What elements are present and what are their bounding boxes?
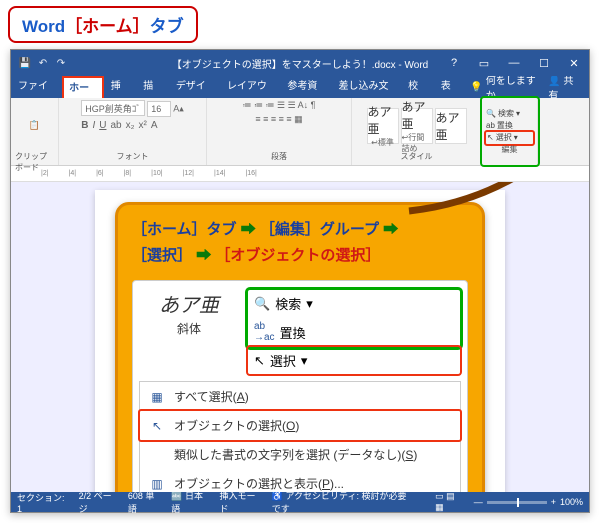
tab-home[interactable]: ホーム: [62, 76, 104, 98]
style-normal[interactable]: あア亜↩標準: [367, 108, 399, 144]
status-lang[interactable]: 🔤 日本語: [171, 489, 209, 515]
redo-icon[interactable]: ↷: [55, 57, 67, 69]
group-paragraph-label: 段落: [271, 151, 287, 163]
group-styles: あア亜↩標準 あア亜↩行間詰め あア亜 スタイル: [352, 98, 482, 165]
ribbon-tabs: ファイル ホーム 挿入 描画 デザイン レイアウト 参考資料 差し込み文書 校閲…: [11, 76, 589, 98]
status-accessibility[interactable]: ♿ アクセシビリティ: 検討が必要です: [272, 489, 415, 515]
zoom-slider[interactable]: — + 100%: [474, 497, 583, 507]
hdr-bc: ］: [133, 17, 150, 36]
minimize-icon[interactable]: —: [499, 50, 529, 76]
select-menu: ▦ すべて選択(A) ↖ オブジェクトの選択(O) 類似した書式の文字列を選択 …: [139, 381, 461, 492]
menu-select-objects[interactable]: ↖ オブジェクトの選択(O): [140, 411, 460, 440]
instruction-box: ［ホーム］タブ ➡ ［編集］グループ ➡ ［選択］ ➡ ［オブジェクトの選択］ …: [115, 202, 485, 492]
group-editing: 🔍 検索 ▾ ab 置換 ↖ 選択 ▾ 編集: [482, 98, 538, 165]
page-header-callout: Word［ホーム］タブ: [8, 6, 198, 43]
bold-button[interactable]: B: [81, 120, 88, 131]
close-icon[interactable]: ✕: [559, 50, 589, 76]
ruler: |2||4||6||8||10||12||14||16|: [11, 166, 589, 182]
quick-access-toolbar: 💾 ↶ ↷: [11, 57, 75, 69]
word-window: 💾 ↶ ↷ 【オブジェクトの選択】をマスターしよう！.docx - Word ?…: [10, 49, 590, 513]
hdr-bo: ［: [65, 17, 82, 36]
tab-draw[interactable]: 描画: [136, 76, 169, 98]
sub-button[interactable]: x₂: [126, 120, 135, 131]
select-button[interactable]: ↖ 選択 ▾: [486, 132, 533, 144]
font-size-box[interactable]: 16: [147, 101, 171, 117]
view-buttons[interactable]: ▭ ▤ ▦: [435, 491, 464, 513]
tab-view[interactable]: 表示: [434, 76, 467, 98]
window-buttons: ? ▭ — ☐ ✕: [439, 50, 589, 76]
hdr-tab: タブ: [150, 17, 184, 36]
status-mode[interactable]: 挿入モード: [219, 489, 261, 515]
tab-layout[interactable]: レイアウト: [220, 76, 280, 98]
strike-button[interactable]: ab: [110, 120, 121, 131]
grow-font-icon[interactable]: A▴: [173, 104, 184, 114]
font-name-box[interactable]: HGP創英角ｺﾞ: [81, 100, 145, 116]
help-icon[interactable]: ?: [439, 50, 469, 76]
cursor-icon: ↖: [254, 353, 265, 369]
zoom-panel: あア亜 斜体 🔍検索 ▾ ab→ac置換 ↖選択 ▾: [132, 280, 468, 492]
hdr-home: ホーム: [82, 17, 133, 36]
maximize-icon[interactable]: ☐: [529, 50, 559, 76]
save-icon[interactable]: 💾: [19, 57, 31, 69]
tab-insert[interactable]: 挿入: [104, 76, 137, 98]
tab-mailings[interactable]: 差し込み文書: [331, 76, 401, 98]
editing-group-zoom: 🔍検索 ▾ ab→ac置換 ↖選択 ▾: [247, 289, 461, 375]
menu-selection-pane[interactable]: ▥ オブジェクトの選択と表示(P)...: [140, 469, 460, 492]
status-words[interactable]: 608 単語: [128, 489, 161, 515]
italic-button[interactable]: I: [92, 120, 95, 131]
zoom-value: 100%: [560, 497, 583, 507]
replace-icon: ab→ac: [254, 321, 275, 343]
select-all-icon: ▦: [148, 390, 166, 404]
select-row[interactable]: ↖選択 ▾: [248, 347, 460, 374]
group-editing-label: 編集: [502, 144, 518, 156]
group-clipboard-label: クリップボード: [15, 151, 54, 163]
style-sample: あア亜: [139, 289, 239, 318]
cursor-icon: ↖: [148, 419, 166, 433]
sup-button[interactable]: x²: [138, 120, 146, 131]
style-nospace[interactable]: あア亜↩行間詰め: [401, 108, 433, 144]
document-area[interactable]: ［ホーム］タブ ➡ ［編集］グループ ➡ ［選択］ ➡ ［オブジェクトの選択］ …: [11, 182, 589, 492]
group-clipboard: 📋 クリップボード: [11, 98, 59, 165]
menu-select-all[interactable]: ▦ すべて選択(A): [140, 382, 460, 411]
group-font-label: フォント: [117, 151, 149, 163]
text-effects-icon[interactable]: A: [151, 120, 158, 131]
find-row[interactable]: 🔍検索 ▾: [248, 290, 460, 317]
paste-button[interactable]: 📋: [29, 100, 40, 151]
group-styles-label: スタイル: [401, 151, 433, 163]
hdr-word: Word: [22, 17, 65, 36]
group-font: HGP創英角ｺﾞ 16 A▴ B I U ab x₂ x² A フォント: [59, 98, 207, 165]
group-paragraph: ≔ ≔ ≔ ☰ ☰ A↓ ¶ ≡ ≡ ≡ ≡ ≡ ▦ 段落: [207, 98, 352, 165]
style-sample-label: 斜体: [139, 320, 239, 337]
style-more[interactable]: あア亜: [435, 108, 467, 144]
ribbon: 📋 クリップボード HGP創英角ｺﾞ 16 A▴ B I U ab x₂ x² …: [11, 98, 589, 166]
tab-references[interactable]: 参考資料: [280, 76, 331, 98]
tab-file[interactable]: ファイル: [11, 76, 62, 98]
pane-icon: ▥: [148, 477, 166, 491]
window-title: 【オブジェクトの選択】をマスターしよう！.docx - Word: [172, 56, 429, 71]
replace-row[interactable]: ab→ac置換: [248, 317, 460, 347]
titlebar: 💾 ↶ ↷ 【オブジェクトの選択】をマスターしよう！.docx - Word ?…: [11, 50, 589, 76]
undo-icon[interactable]: ↶: [37, 57, 49, 69]
underline-button[interactable]: U: [99, 120, 106, 131]
style-preview: あア亜 斜体: [139, 289, 239, 375]
menu-select-similar[interactable]: 類似した書式の文字列を選択 (データなし)(S): [140, 440, 460, 469]
status-section[interactable]: セクション: 1: [17, 491, 69, 514]
tab-design[interactable]: デザイン: [169, 76, 220, 98]
find-button[interactable]: 🔍 検索 ▾: [486, 108, 533, 120]
ribbon-opts-icon[interactable]: ▭: [469, 50, 499, 76]
replace-button[interactable]: ab 置換: [486, 120, 533, 132]
status-bar: セクション: 1 2/2 ページ 608 単語 🔤 日本語 挿入モード ♿ アク…: [11, 492, 589, 512]
search-icon: 🔍: [254, 296, 270, 312]
instruction-text: ［ホーム］タブ ➡ ［編集］グループ ➡ ［選択］ ➡ ［オブジェクトの選択］: [132, 217, 468, 268]
status-page[interactable]: 2/2 ページ: [79, 489, 118, 515]
tab-review[interactable]: 校閲: [401, 76, 434, 98]
document-page: ［ホーム］タブ ➡ ［編集］グループ ➡ ［選択］ ➡ ［オブジェクトの選択］ …: [95, 190, 505, 492]
